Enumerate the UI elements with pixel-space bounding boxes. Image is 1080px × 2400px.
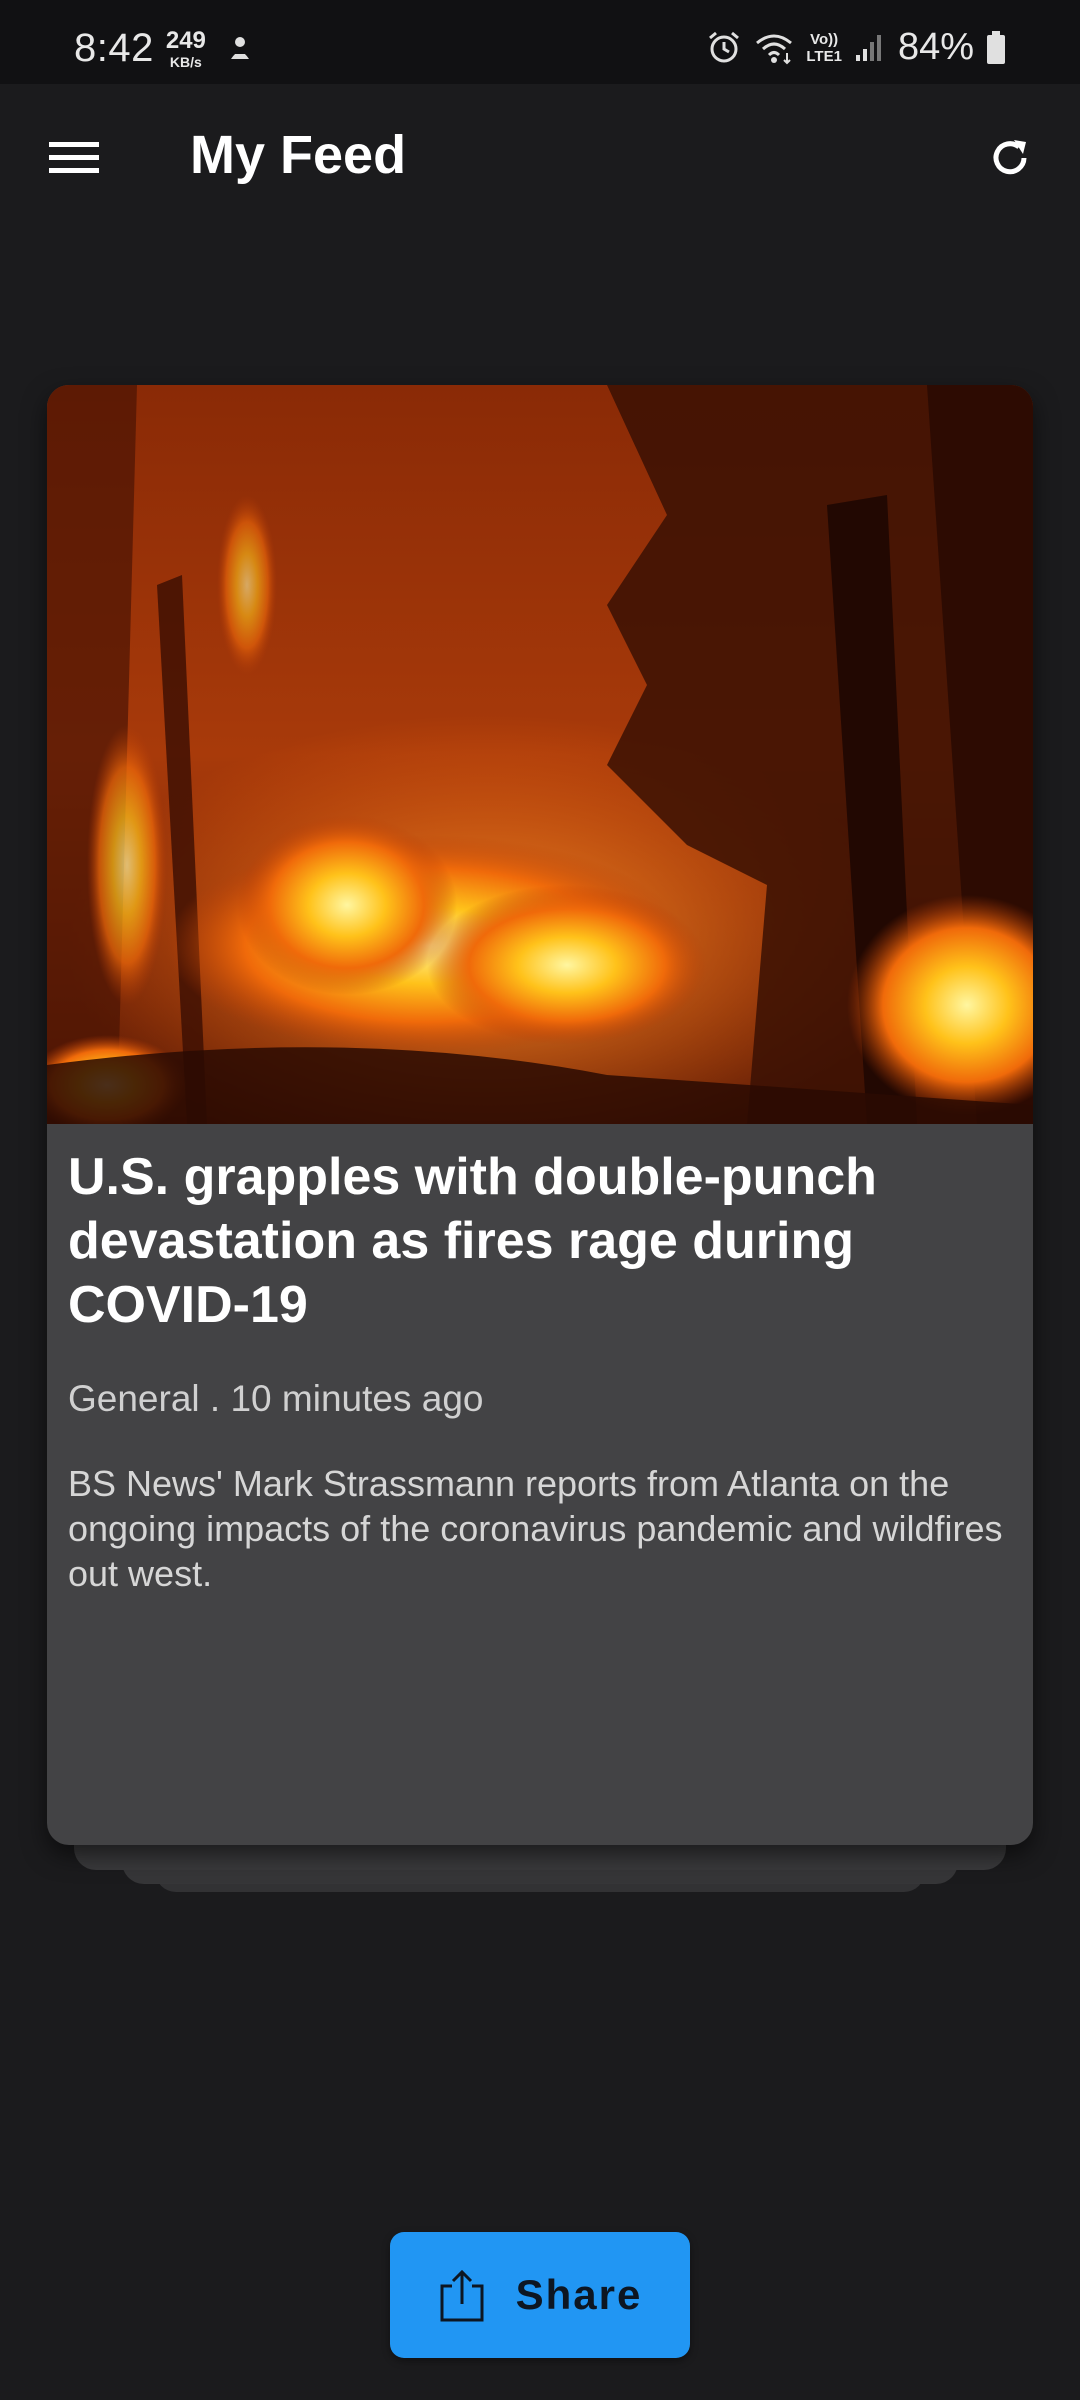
battery-icon xyxy=(987,30,1005,64)
wifi-icon xyxy=(756,34,793,64)
network-speed-unit: KB/s xyxy=(169,53,202,70)
hamburger-menu-icon xyxy=(49,142,99,173)
news-card-image[interactable] xyxy=(47,385,1033,1124)
status-time: 8:42 xyxy=(74,26,154,70)
status-right: Vo)) LTE1 84% xyxy=(694,26,1006,69)
lte-indicator: Vo)) LTE1 xyxy=(806,32,842,64)
share-button[interactable]: Share xyxy=(390,2232,690,2358)
status-bar: 8:42 249 KB/s Vo)) LTE1 84% xyxy=(0,0,1080,84)
notification-app-icon xyxy=(230,36,249,59)
wildfire-image xyxy=(47,385,1033,1124)
network-speed: 249 KB/s xyxy=(165,26,206,70)
news-meta: General . 10 minutes ago xyxy=(68,1378,484,1419)
page-title: My Feed xyxy=(190,125,407,185)
news-description: BS News' Mark Strassmann reports from At… xyxy=(68,1463,1003,1594)
signal-icon xyxy=(855,34,881,61)
share-label: Share xyxy=(515,2271,643,2318)
news-title[interactable]: U.S. grapples with double-punch devastat… xyxy=(68,1145,1018,1337)
volte-label: Vo)) xyxy=(810,30,839,48)
refresh-button[interactable] xyxy=(974,122,1046,194)
app-bar: My Feed xyxy=(0,84,1080,230)
status-left: 8:42 249 KB/s xyxy=(74,26,256,71)
menu-button[interactable] xyxy=(38,122,110,194)
refresh-icon xyxy=(993,140,1027,175)
alarm-icon xyxy=(709,31,740,62)
lte-label: LTE1 xyxy=(806,47,842,65)
battery-percentage: 84% xyxy=(897,26,974,68)
network-speed-value: 249 xyxy=(165,26,206,54)
share-icon xyxy=(440,2269,484,2322)
news-card[interactable]: U.S. grapples with double-punch devastat… xyxy=(47,385,1033,1845)
